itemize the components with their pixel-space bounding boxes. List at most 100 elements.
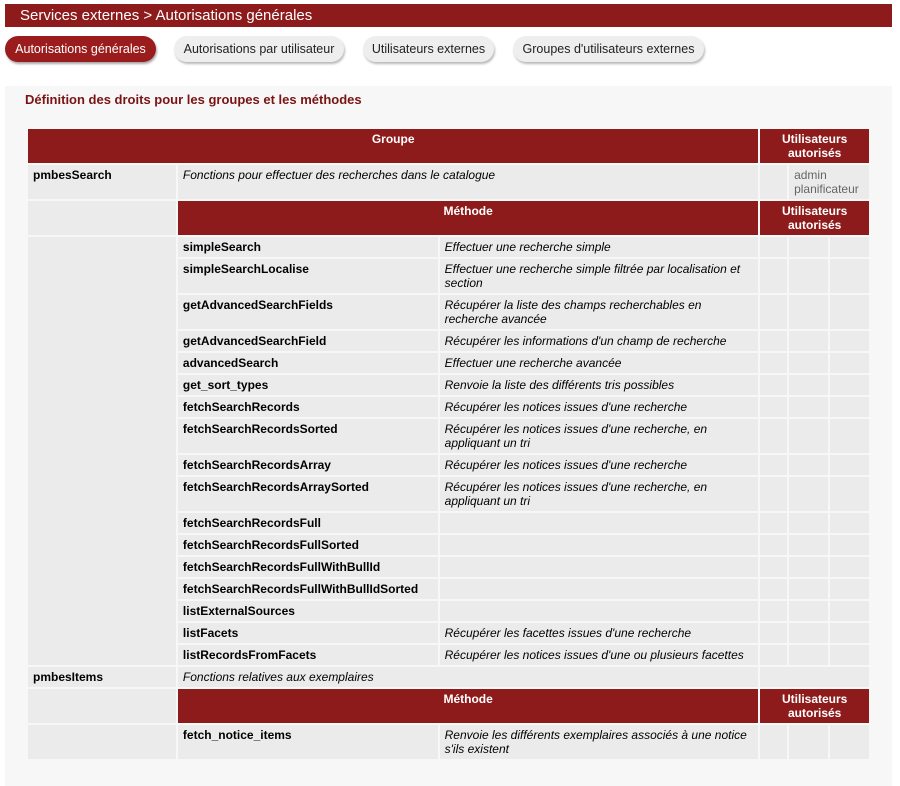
method-user-cell[interactable] bbox=[830, 237, 869, 257]
method-user-cell[interactable] bbox=[830, 579, 869, 599]
method-name[interactable]: advancedSearch bbox=[177, 353, 438, 373]
method-name[interactable]: get_sort_types bbox=[177, 375, 438, 395]
users-column-header: Utilisateurs autorisés bbox=[760, 201, 869, 235]
method-description bbox=[439, 513, 759, 533]
method-user-cell[interactable] bbox=[760, 455, 788, 475]
method-user-cell[interactable] bbox=[789, 455, 828, 475]
method-column-header: Méthode bbox=[177, 689, 759, 723]
method-name[interactable]: fetchSearchRecordsFull bbox=[177, 513, 438, 533]
method-user-cell[interactable] bbox=[789, 397, 828, 417]
method-user-cell[interactable] bbox=[830, 259, 869, 293]
method-description: Récupérer les notices issues d'une reche… bbox=[439, 419, 759, 453]
tab-groupes-utilisateurs-externes[interactable]: Groupes d'utilisateurs externes bbox=[513, 36, 704, 62]
method-user-cell[interactable] bbox=[830, 477, 869, 511]
method-description: Effectuer une recherche simple bbox=[439, 237, 759, 257]
method-user-cell[interactable] bbox=[760, 601, 788, 621]
method-name[interactable]: fetchSearchRecordsFullWithBullIdSorted bbox=[177, 579, 438, 599]
user-checkbox-cell[interactable] bbox=[760, 165, 788, 199]
method-name[interactable]: fetchSearchRecordsFullWithBullId bbox=[177, 557, 438, 577]
group-row: pmbesItems Fonctions relatives aux exempl… bbox=[28, 667, 869, 687]
method-user-cell[interactable] bbox=[789, 645, 828, 665]
method-user-cell[interactable] bbox=[789, 419, 828, 453]
method-name[interactable]: fetchSearchRecordsFullSorted bbox=[177, 535, 438, 555]
method-user-cell[interactable] bbox=[830, 725, 869, 759]
tab-autorisations-generales[interactable]: Autorisations générales bbox=[5, 36, 156, 62]
method-user-cell[interactable] bbox=[830, 375, 869, 395]
method-user-cell[interactable] bbox=[760, 295, 788, 329]
authorized-user[interactable]: admin bbox=[794, 168, 864, 182]
method-name[interactable]: simpleSearchLocalise bbox=[177, 259, 438, 293]
method-name[interactable]: getAdvancedSearchField bbox=[177, 331, 438, 351]
method-user-cell[interactable] bbox=[760, 237, 788, 257]
group-name[interactable]: pmbesSearch bbox=[28, 165, 176, 199]
method-user-cell[interactable] bbox=[760, 579, 788, 599]
method-name[interactable]: fetchSearchRecordsSorted bbox=[177, 419, 438, 453]
method-user-cell[interactable] bbox=[760, 513, 788, 533]
method-column-header: Méthode bbox=[177, 201, 759, 235]
method-name[interactable]: listRecordsFromFacets bbox=[177, 645, 438, 665]
method-user-cell[interactable] bbox=[789, 601, 828, 621]
method-user-cell[interactable] bbox=[830, 535, 869, 555]
method-user-cell[interactable] bbox=[789, 477, 828, 511]
method-user-cell[interactable] bbox=[789, 331, 828, 351]
method-description: Récupérer les informations d'un champ de… bbox=[439, 331, 759, 351]
method-user-cell[interactable] bbox=[760, 419, 788, 453]
user-cell[interactable] bbox=[760, 667, 869, 687]
method-user-cell[interactable] bbox=[830, 353, 869, 373]
method-user-cell[interactable] bbox=[760, 259, 788, 293]
method-user-cell[interactable] bbox=[789, 237, 828, 257]
method-user-cell[interactable] bbox=[830, 645, 869, 665]
method-user-cell[interactable] bbox=[760, 535, 788, 555]
tab-autorisations-par-utilisateur[interactable]: Autorisations par utilisateur bbox=[174, 36, 344, 62]
method-user-cell[interactable] bbox=[830, 295, 869, 329]
method-user-cell[interactable] bbox=[760, 725, 788, 759]
method-user-cell[interactable] bbox=[830, 513, 869, 533]
method-user-cell[interactable] bbox=[789, 557, 828, 577]
group-name[interactable]: pmbesItems bbox=[28, 667, 176, 687]
method-name[interactable]: listFacets bbox=[177, 623, 438, 643]
method-user-cell[interactable] bbox=[789, 623, 828, 643]
method-user-cell[interactable] bbox=[830, 557, 869, 577]
method-user-cell[interactable] bbox=[830, 331, 869, 351]
method-user-cell[interactable] bbox=[789, 353, 828, 373]
method-user-cell[interactable] bbox=[830, 397, 869, 417]
method-user-cell[interactable] bbox=[760, 331, 788, 351]
method-header-row: Méthode Utilisateurs autorisés bbox=[28, 689, 869, 723]
method-user-cell[interactable] bbox=[760, 375, 788, 395]
method-user-cell[interactable] bbox=[789, 535, 828, 555]
method-user-cell[interactable] bbox=[760, 645, 788, 665]
method-description: Effectuer une recherche avancée bbox=[439, 353, 759, 373]
method-user-cell[interactable] bbox=[830, 601, 869, 621]
method-description bbox=[439, 601, 759, 621]
page-title-bar: Services externes > Autorisations généra… bbox=[5, 4, 892, 27]
authorized-users-list[interactable]: admin planificateur bbox=[789, 165, 869, 199]
method-name[interactable]: fetchSearchRecordsArraySorted bbox=[177, 477, 438, 511]
method-user-cell[interactable] bbox=[760, 557, 788, 577]
method-user-cell[interactable] bbox=[760, 397, 788, 417]
method-user-cell[interactable] bbox=[789, 259, 828, 293]
authorized-user[interactable]: planificateur bbox=[794, 182, 864, 196]
method-user-cell[interactable] bbox=[830, 455, 869, 475]
method-name[interactable]: getAdvancedSearchFields bbox=[177, 295, 438, 329]
method-user-cell[interactable] bbox=[789, 513, 828, 533]
method-name[interactable]: simpleSearch bbox=[177, 237, 438, 257]
method-name[interactable]: fetchSearchRecords bbox=[177, 397, 438, 417]
method-user-cell[interactable] bbox=[760, 623, 788, 643]
method-user-cell[interactable] bbox=[760, 477, 788, 511]
tab-utilisateurs-externes[interactable]: Utilisateurs externes bbox=[363, 36, 494, 62]
method-user-cell[interactable] bbox=[760, 353, 788, 373]
method-header-row: Méthode Utilisateurs autorisés bbox=[28, 201, 869, 235]
method-user-cell[interactable] bbox=[830, 419, 869, 453]
method-row: fetch_notice_items Renvoie les différents… bbox=[28, 725, 869, 759]
method-name[interactable]: listExternalSources bbox=[177, 601, 438, 621]
method-name[interactable]: fetch_notice_items bbox=[177, 725, 438, 759]
method-user-cell[interactable] bbox=[789, 375, 828, 395]
group-method-spacer bbox=[28, 237, 176, 665]
method-name[interactable]: fetchSearchRecordsArray bbox=[177, 455, 438, 475]
method-user-cell[interactable] bbox=[789, 579, 828, 599]
method-description bbox=[439, 579, 759, 599]
method-user-cell[interactable] bbox=[789, 295, 828, 329]
method-user-cell[interactable] bbox=[830, 623, 869, 643]
method-user-cell[interactable] bbox=[789, 725, 828, 759]
method-description: Récupérer les notices issues d'une reche… bbox=[439, 477, 759, 511]
